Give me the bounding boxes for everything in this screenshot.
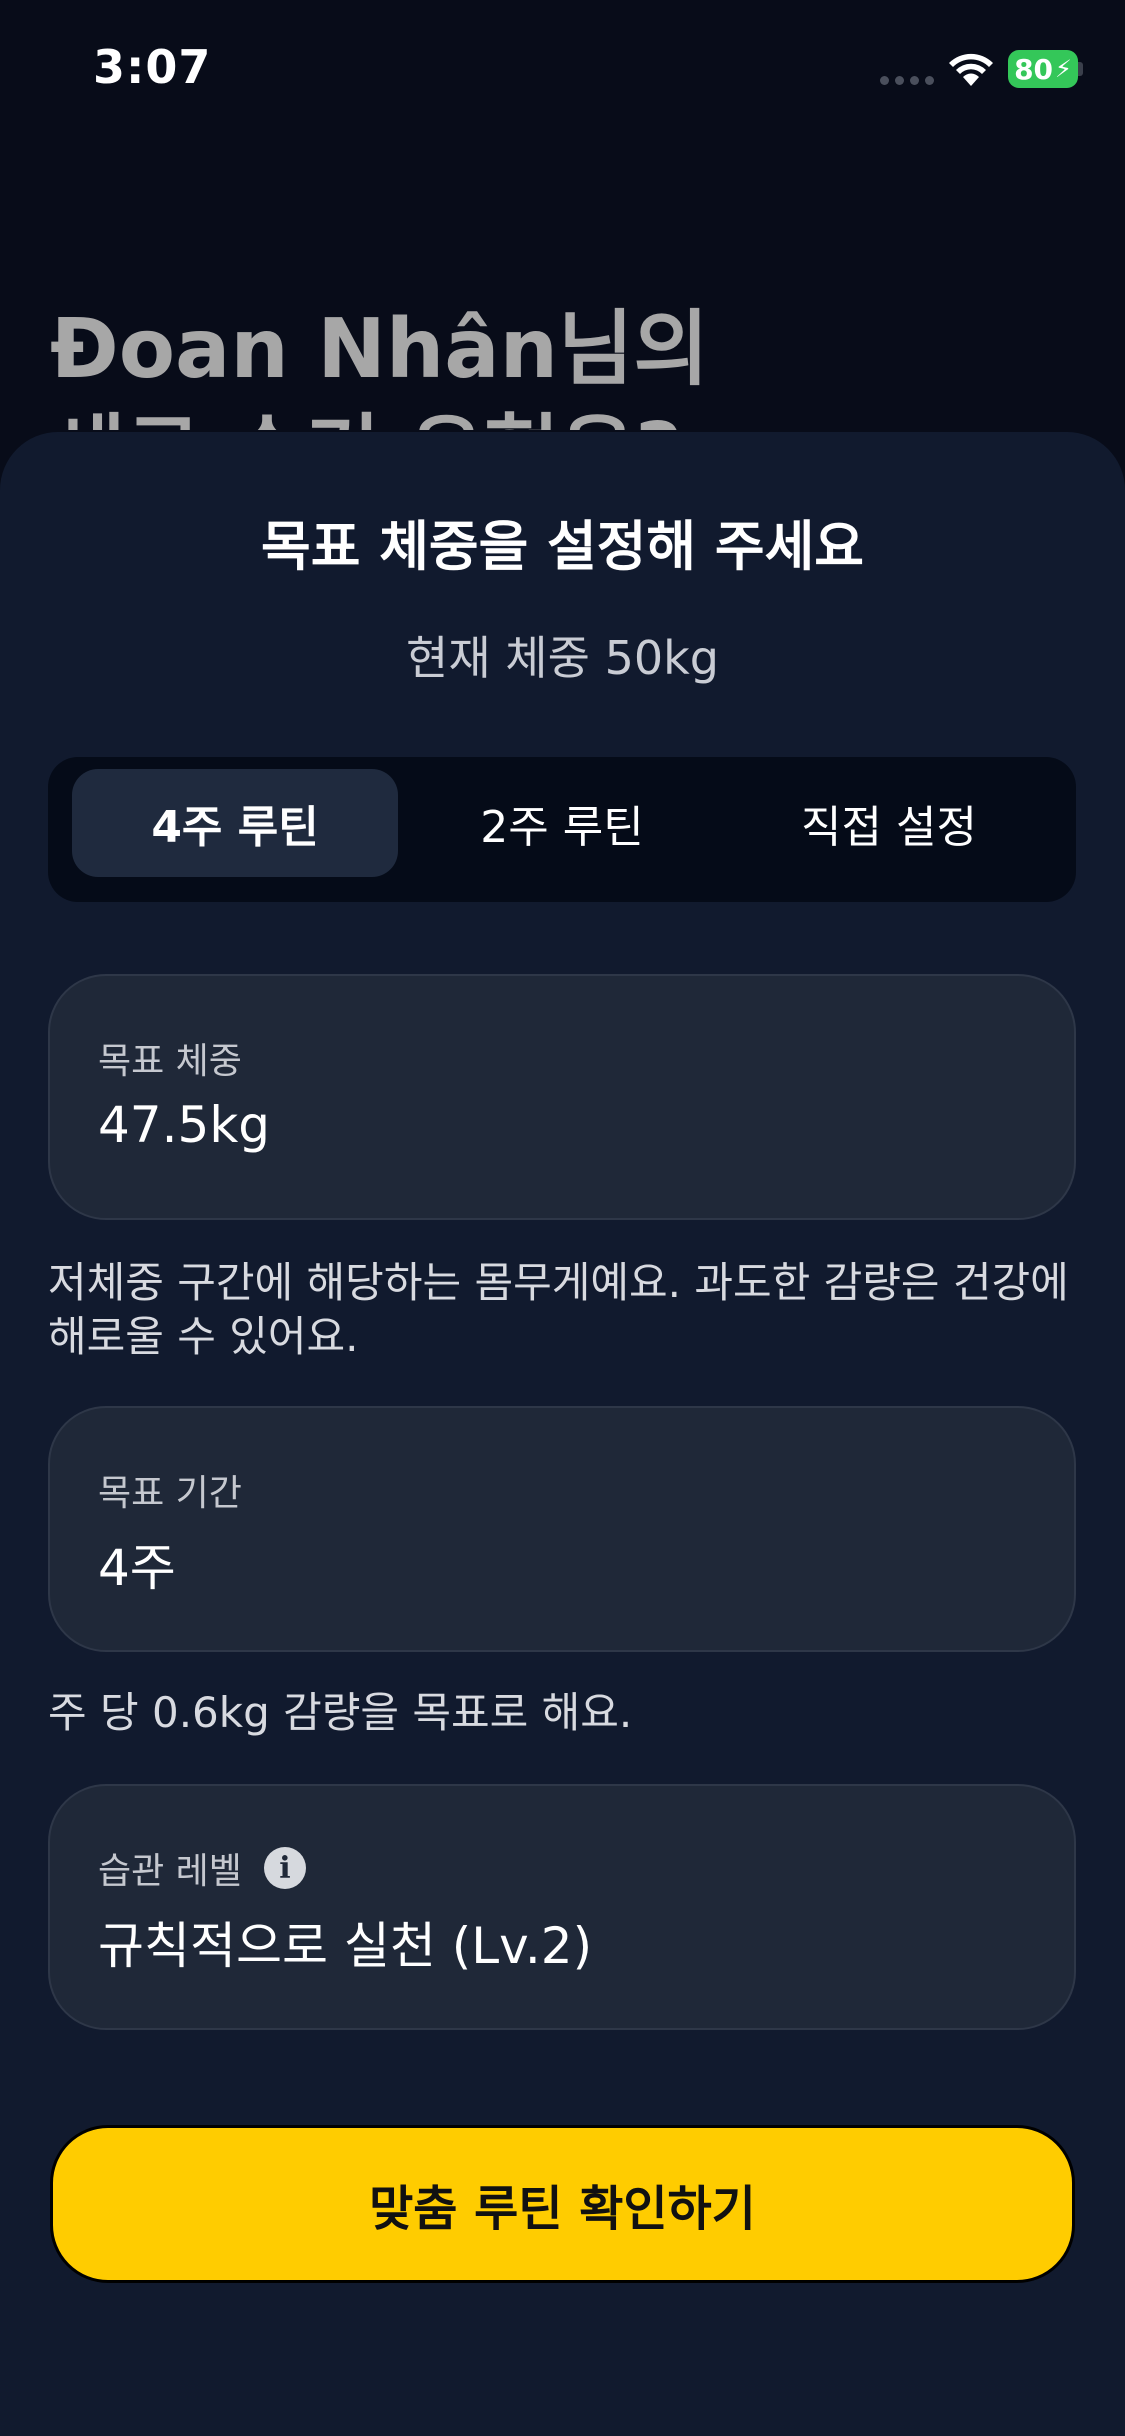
target-period-field[interactable]: 목표 기간 4주 — [48, 1406, 1076, 1652]
background-heading: Đoan Nhân님의 새로 수기 유형은? — [50, 298, 1090, 430]
habit-level-label: 습관 레벨 — [98, 1851, 242, 1892]
confirm-routine-button[interactable]: 맞춤 루틴 확인하기 — [50, 2125, 1075, 2283]
screen: 3:07 80 ⚡ Đoan Nhân님의 새로 수기 유형은? 목표 체중을 … — [0, 0, 1125, 2436]
target-weight-label: 목표 체중 — [98, 1041, 242, 1082]
tab-4-week-routine[interactable]: 4주 루틴 — [72, 769, 398, 877]
battery-level: 80 — [1014, 52, 1054, 86]
habit-level-field[interactable]: 습관 레벨 i 규칙적으로 실천 (Lv.2) — [48, 1784, 1076, 2030]
target-period-value: 4주 — [98, 1539, 176, 1597]
status-time: 3:07 — [93, 40, 212, 94]
target-period-label: 목표 기간 — [98, 1473, 242, 1514]
bottom-sheet: 목표 체중을 설정해 주세요 현재 체중 50kg 4주 루틴 2주 루틴 직접… — [0, 432, 1125, 2436]
target-weight-warning: 저체중 구간에 해당하는 몸무게예요. 과도한 감량은 건강에 해로울 수 있어… — [48, 1258, 1069, 1361]
info-icon[interactable]: i — [263, 1847, 306, 1889]
background-heading-line2: 새로 수기 유형은? — [50, 402, 1090, 430]
tab-custom-setting[interactable]: 직접 설정 — [726, 769, 1052, 877]
target-weight-field[interactable]: 목표 체중 47.5kg — [48, 974, 1076, 1220]
status-bar: 3:07 80 ⚡ — [0, 0, 1125, 140]
charging-bolt-icon: ⚡ — [1055, 55, 1072, 83]
battery-cap — [1078, 62, 1083, 76]
target-period-helper: 주 당 0.6kg 감량을 목표로 해요. — [48, 1688, 633, 1737]
wifi-icon — [949, 53, 993, 86]
sheet-title: 목표 체중을 설정해 주세요 — [261, 515, 864, 578]
current-weight-text: 현재 체중 50kg — [406, 631, 719, 685]
cellular-signal-icon — [880, 76, 934, 85]
tab-2-week-routine[interactable]: 2주 루틴 — [399, 769, 725, 877]
routine-segmented-control: 4주 루틴 2주 루틴 직접 설정 — [48, 757, 1076, 902]
battery-icon: 80 ⚡ — [1008, 50, 1078, 88]
habit-level-label-row: 습관 레벨 i — [98, 1842, 306, 1894]
background-heading-line1: Đoan Nhân님의 — [50, 302, 709, 397]
target-weight-value: 47.5kg — [98, 1096, 271, 1154]
habit-level-value: 규칙적으로 실천 (Lv.2) — [98, 1917, 593, 1975]
